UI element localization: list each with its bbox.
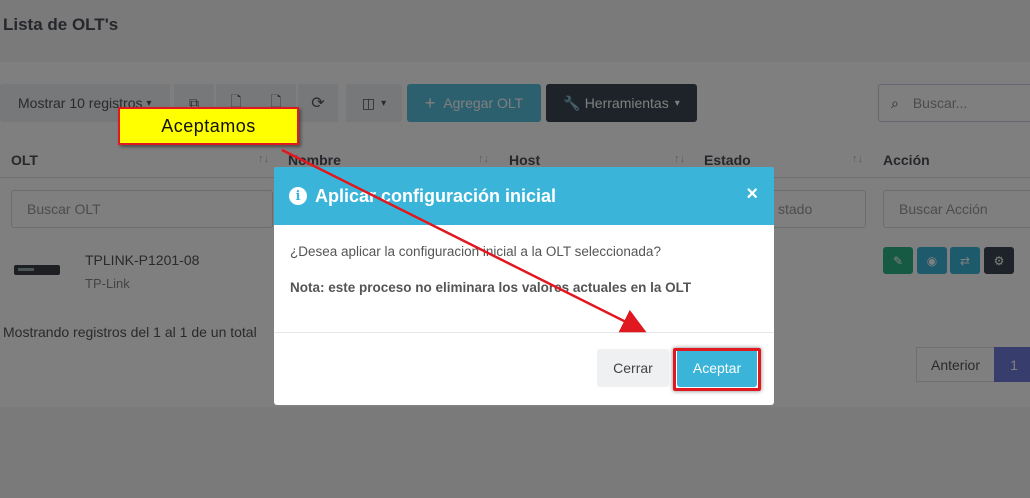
- annotation-arrow: [281, 148, 647, 333]
- annotation-callout: Aceptamos: [118, 107, 299, 145]
